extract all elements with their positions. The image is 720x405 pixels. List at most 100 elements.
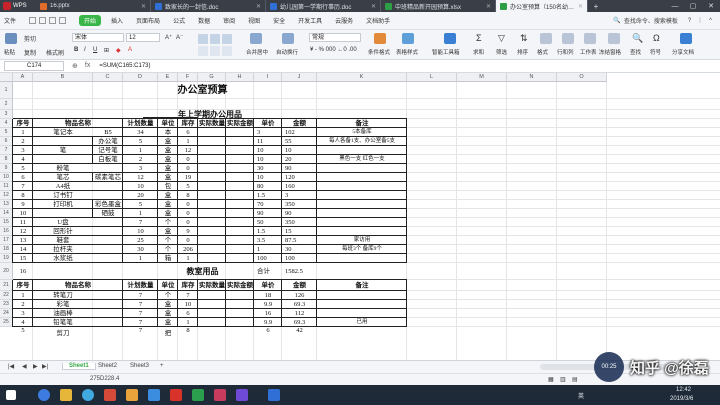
- worksheet-button[interactable]: 工作表: [580, 48, 597, 56]
- freeze-button[interactable]: 冻结窗格: [599, 48, 621, 56]
- column-header[interactable]: M: [457, 73, 507, 82]
- app-icon-8[interactable]: [192, 389, 204, 401]
- sheet-tab-3[interactable]: Sheet3: [130, 363, 149, 369]
- ime-indicator[interactable]: 英: [578, 391, 584, 400]
- merge-center-button[interactable]: 合并居中: [246, 48, 268, 56]
- table1-note[interactable]: [317, 263, 407, 280]
- sheet-tab-1[interactable]: Sheet1: [62, 363, 96, 370]
- format-painter-button[interactable]: 格式刷: [46, 48, 64, 57]
- normal-view-icon[interactable]: ▦: [548, 376, 554, 383]
- table-style-button[interactable]: 表格样式: [396, 48, 418, 56]
- table1-no[interactable]: 16: [13, 263, 33, 280]
- close-tab-icon[interactable]: ✕: [578, 3, 583, 10]
- doc-tab-2[interactable]: 致家长的一封信.doc ✕: [151, 0, 266, 12]
- menu-item-1[interactable]: 插入: [111, 16, 123, 25]
- command-search[interactable]: 🔍 查找命令、搜索模板 ? ⋮ ^: [613, 16, 712, 26]
- page-break-icon[interactable]: ▤: [572, 376, 578, 383]
- table1-stock[interactable]: [178, 263, 198, 280]
- media-player-icon[interactable]: [104, 389, 116, 401]
- fx-icon[interactable]: fx: [85, 62, 90, 70]
- column-header[interactable]: E: [158, 73, 178, 82]
- file-explorer-icon[interactable]: [60, 389, 72, 401]
- cut-button[interactable]: 剪切: [24, 34, 36, 43]
- close-tab-icon[interactable]: ✕: [486, 3, 491, 10]
- wps-office-icon[interactable]: [170, 389, 182, 401]
- symbol-button[interactable]: 符号: [650, 48, 661, 56]
- sort-button[interactable]: 排序: [517, 48, 528, 56]
- table1-qty[interactable]: [123, 263, 158, 280]
- column-header[interactable]: N: [507, 73, 557, 82]
- column-header[interactable]: A: [13, 73, 33, 82]
- last-sheet-icon[interactable]: ▶|: [42, 363, 48, 370]
- doc-tab-4[interactable]: 中班精品新开园预算.xlsx ✕: [381, 0, 496, 12]
- close-icon[interactable]: ✕: [702, 0, 720, 12]
- doc-tab-1[interactable]: 16.pptx ✕: [36, 0, 151, 12]
- close-tab-icon[interactable]: ✕: [256, 3, 261, 10]
- help-icon[interactable]: ?: [688, 18, 691, 24]
- row-header[interactable]: 3: [0, 110, 13, 119]
- undo-icon[interactable]: [49, 17, 57, 24]
- formula-input[interactable]: =SUM(C165:C173): [99, 63, 150, 69]
- menu-item-8[interactable]: 开发工具: [298, 16, 322, 25]
- print-icon[interactable]: [39, 17, 47, 24]
- font-size-select[interactable]: 12: [126, 33, 160, 42]
- menu-item-10[interactable]: 文档助手: [366, 16, 390, 25]
- more-icon[interactable]: ⋮: [697, 17, 703, 24]
- menu-item-6[interactable]: 视图: [248, 16, 260, 25]
- new-tab-button[interactable]: +: [588, 0, 604, 12]
- align-left-icon[interactable]: [198, 46, 208, 56]
- column-header[interactable]: K: [317, 73, 407, 82]
- row-header[interactable]: 2: [0, 99, 13, 110]
- bold-icon[interactable]: B: [74, 47, 78, 53]
- row-col-button[interactable]: 行和列: [557, 48, 574, 56]
- worksheet-grid[interactable]: A B C D E F G H I J K L M N O 1 2 3 4 5 6 7 8 9 10 11 12 13 14 15 16 17…: [0, 73, 720, 360]
- column-header[interactable]: F: [178, 73, 198, 82]
- number-format-select[interactable]: 常规: [309, 33, 361, 42]
- column-header[interactable]: C: [93, 73, 123, 82]
- sheet-title-cell[interactable]: 办公室预算: [123, 82, 282, 99]
- paste-icon[interactable]: [5, 33, 17, 44]
- font-color-icon[interactable]: A: [128, 47, 132, 53]
- prev-sheet-icon[interactable]: ◀: [22, 363, 27, 370]
- row-header[interactable]: 20: [0, 263, 13, 280]
- align-right-icon[interactable]: [222, 46, 232, 56]
- table2-stock[interactable]: 8: [178, 327, 198, 334]
- select-all-corner[interactable]: [0, 73, 13, 82]
- doc-tab-5[interactable]: 办公室预算（150名幼儿参照）.xls✕: [496, 0, 588, 12]
- format-button[interactable]: 格式: [537, 48, 548, 56]
- italic-icon[interactable]: I: [84, 47, 86, 53]
- share-button[interactable]: 分享文档: [672, 48, 694, 56]
- name-box[interactable]: C174: [4, 61, 64, 71]
- app-icon-9[interactable]: [214, 389, 226, 401]
- paste-button[interactable]: 粘贴: [4, 48, 15, 56]
- first-sheet-icon[interactable]: |◀: [8, 363, 14, 370]
- collapse-ribbon-icon[interactable]: ^: [709, 18, 712, 24]
- sheet-tab-2[interactable]: Sheet2: [98, 363, 117, 369]
- filter-button[interactable]: 筛选: [496, 48, 507, 56]
- maximize-icon[interactable]: ▢: [684, 0, 702, 12]
- add-sheet-button[interactable]: +: [160, 363, 164, 369]
- align-middle-icon[interactable]: [210, 34, 220, 44]
- app-menu-button[interactable]: WPS: [0, 0, 36, 12]
- clock-date[interactable]: 2019/3/6: [670, 396, 693, 402]
- close-tab-icon[interactable]: ✕: [371, 3, 376, 10]
- clock-time[interactable]: 12:42: [676, 387, 691, 393]
- table2-name[interactable]: 剪刀: [33, 327, 93, 337]
- table2-no[interactable]: 5: [13, 327, 33, 334]
- doc-tab-3[interactable]: 幼儿园第一学期行事历.doc ✕: [266, 0, 381, 12]
- zoom-in-icon[interactable]: ⊕: [72, 62, 78, 70]
- menu-item-9[interactable]: 云服务: [335, 16, 353, 25]
- browser-icon[interactable]: [82, 389, 94, 401]
- table1-name[interactable]: [33, 263, 93, 280]
- column-header[interactable]: O: [557, 73, 607, 82]
- table2-qty[interactable]: 7: [123, 327, 158, 334]
- align-bottom-icon[interactable]: [222, 34, 232, 44]
- ie-browser-icon[interactable]: [38, 389, 50, 401]
- column-header[interactable]: G: [198, 73, 226, 82]
- find-button[interactable]: 查找: [630, 48, 641, 56]
- table2-unit[interactable]: 把: [158, 327, 178, 337]
- table1-price[interactable]: 合计: [254, 263, 282, 280]
- save-icon[interactable]: [29, 17, 37, 24]
- table2-price[interactable]: 6: [254, 327, 282, 334]
- align-center-icon[interactable]: [210, 46, 220, 56]
